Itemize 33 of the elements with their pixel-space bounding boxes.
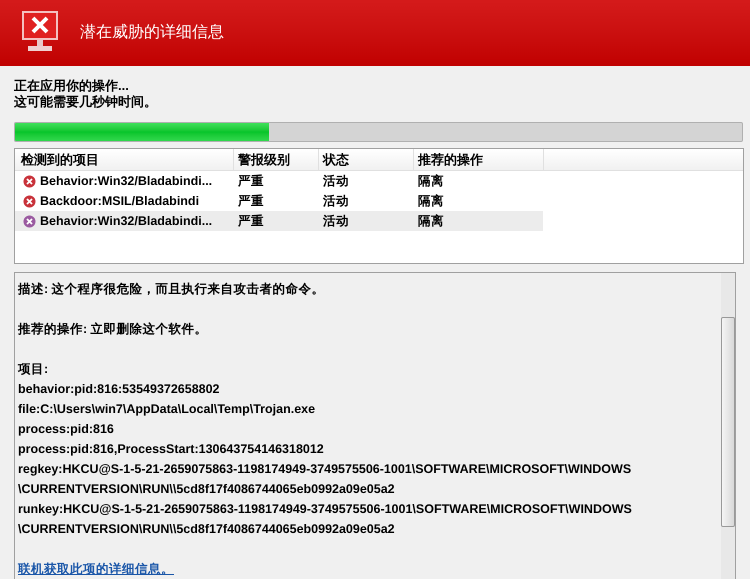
table-cell-text: Backdoor:MSIL/Bladabindi bbox=[40, 192, 200, 210]
scrollbar[interactable] bbox=[721, 273, 735, 579]
description-text: 描述: 这个程序很危险，而且执行来自攻击者的命令。 bbox=[18, 281, 326, 298]
column-header[interactable]: 推荐的操作 bbox=[414, 149, 544, 170]
table-cell-text: Behavior:Win32/Bladabindi... bbox=[40, 172, 212, 190]
items-label: 项目: bbox=[18, 361, 50, 378]
error-icon bbox=[23, 214, 36, 228]
table-cell-text: 严重 bbox=[238, 172, 264, 190]
table-cell-text: Behavior:Win32/Bladabindi... bbox=[40, 212, 212, 230]
column-header[interactable]: 状态 bbox=[319, 149, 414, 170]
status-text: 这可能需要几秒钟时间。 bbox=[14, 94, 158, 110]
table-cell-text: 隔离 bbox=[418, 172, 444, 190]
table-cell-text: 隔离 bbox=[418, 192, 444, 210]
details-link[interactable]: 联机获取此项的详细信息。 bbox=[18, 559, 174, 579]
table-cell-text: 活动 bbox=[323, 172, 349, 190]
column-header[interactable]: 检测到的项目 bbox=[15, 149, 234, 170]
threat-row[interactable]: Behavior:Win32/Bladabindi... 严重 活动 隔离 bbox=[15, 211, 543, 231]
table-cell-text: 隔离 bbox=[418, 212, 444, 230]
item-text: behavior:pid:816:53549372658802 bbox=[18, 381, 221, 398]
error-icon bbox=[23, 174, 36, 188]
window-title: 潜在威胁的详细信息 bbox=[80, 22, 224, 43]
item-text: file:C:\Users\win7\AppData\Local\Temp\Trojan.exe bbox=[18, 401, 316, 418]
error-icon bbox=[23, 194, 36, 208]
table-cell-text: 严重 bbox=[238, 192, 264, 210]
table-cell-text: 活动 bbox=[323, 212, 349, 230]
item-text: runkey:HKCU@S-1-5-21-2659075863-1198174949-3749575506-1001\SOFTWARE\MICROSOFT\WINDOWS \CURRENTVERSION\RUN\\5cd8f17f4086744065eb0992a09e05a2 bbox=[18, 501, 633, 538]
item-text: process:pid:816 bbox=[18, 421, 115, 438]
item-text: process:pid:816,ProcessStart:130643754146318012 bbox=[18, 441, 325, 458]
table-cell-text: 严重 bbox=[238, 212, 264, 230]
table-cell-text: 活动 bbox=[323, 192, 349, 210]
recommendation-text: 推荐的操作: 立即删除这个软件。 bbox=[18, 321, 209, 338]
column-header[interactable]: 警报级别 bbox=[234, 149, 319, 170]
status-text: 正在应用你的操作... bbox=[14, 78, 130, 94]
